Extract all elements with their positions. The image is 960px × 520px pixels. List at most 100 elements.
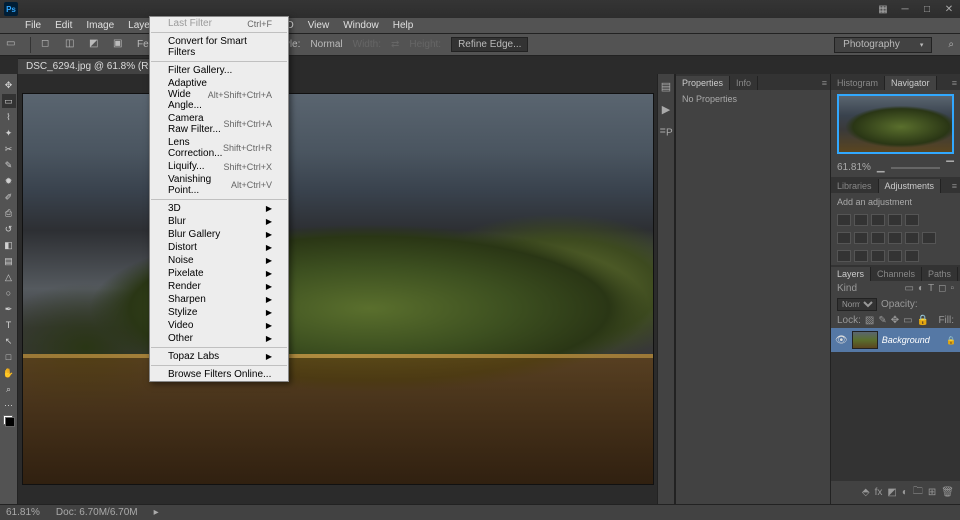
adj-hue-icon[interactable] [837, 232, 851, 244]
menu-view[interactable]: View [301, 18, 337, 33]
adj-gradientmap-icon[interactable] [888, 250, 902, 262]
selection-add-icon[interactable]: ◫ [65, 38, 79, 52]
gradient-tool[interactable]: ▤ [2, 254, 16, 268]
new-layer-icon[interactable]: ⊞ [928, 487, 936, 498]
tab-libraries[interactable]: Libraries [831, 179, 879, 193]
workspace-selector[interactable]: Photography ▾ [834, 37, 932, 53]
adj-threshold-icon[interactable] [871, 250, 885, 262]
tab-layers[interactable]: Layers [831, 267, 871, 281]
tab-navigator[interactable]: Navigator [885, 76, 937, 90]
type-tool[interactable]: T [2, 318, 16, 332]
zoom-tool[interactable]: ⌕ [2, 382, 16, 396]
canvas-area[interactable] [18, 74, 657, 504]
dodge-tool[interactable]: ○ [2, 286, 16, 300]
new-group-icon[interactable]: 🗀 [913, 484, 923, 501]
adj-bw-icon[interactable] [871, 232, 885, 244]
search-icon[interactable]: ⌕ [948, 39, 954, 50]
lock-position-icon[interactable]: ✥ [891, 315, 899, 326]
refine-edge-button[interactable]: Refine Edge... [451, 37, 528, 52]
zoom-in-icon[interactable]: ▔ [946, 162, 954, 173]
edit-toolbar[interactable]: ⋯ [2, 398, 16, 412]
history-panel-icon[interactable]: ▤ [661, 80, 671, 93]
adj-curves-icon[interactable] [871, 214, 885, 226]
menuitem-3d[interactable]: 3D▶ [150, 202, 288, 215]
menu-edit[interactable]: Edit [48, 18, 79, 33]
adj-selectivecolor-icon[interactable] [905, 250, 919, 262]
adj-colorlookup-icon[interactable] [922, 232, 936, 244]
marquee-tool-icon[interactable]: ▭ [6, 38, 20, 52]
panel-menu-icon[interactable]: ≡ [949, 76, 960, 90]
menuitem-render[interactable]: Render▶ [150, 280, 288, 293]
panel-menu-icon[interactable]: ≡ [949, 179, 960, 193]
paragraph-panel-icon[interactable]: ≣P [659, 126, 672, 139]
status-doc[interactable]: Doc: 6.70M/6.70M [56, 507, 138, 518]
menuitem-noise[interactable]: Noise▶ [150, 254, 288, 267]
menuitem-camera-raw-filter[interactable]: Camera Raw Filter...Shift+Ctrl+A [150, 112, 288, 136]
menu-image[interactable]: Image [79, 18, 121, 33]
filter-type-icon[interactable]: T [928, 283, 934, 294]
menuitem-browse-filters-online[interactable]: Browse Filters Online... [150, 368, 288, 381]
blend-mode-select[interactable]: Normal [837, 298, 877, 311]
style-value[interactable]: Normal [310, 39, 342, 50]
adj-exposure-icon[interactable] [888, 214, 902, 226]
menuitem-liquify[interactable]: Liquify...Shift+Ctrl+X [150, 160, 288, 173]
layer-fx-icon[interactable]: fx [875, 487, 883, 498]
menuitem-video[interactable]: Video▶ [150, 319, 288, 332]
tab-channels[interactable]: Channels [871, 267, 922, 281]
visibility-icon[interactable]: 👁 [835, 335, 848, 346]
menuitem-sharpen[interactable]: Sharpen▶ [150, 293, 288, 306]
selection-subtract-icon[interactable]: ◩ [89, 38, 103, 52]
move-tool[interactable]: ✥ [2, 78, 16, 92]
delete-layer-icon[interactable]: 🗑 [941, 487, 954, 498]
eyedropper-tool[interactable]: ✎ [2, 158, 16, 172]
menuitem-pixelate[interactable]: Pixelate▶ [150, 267, 288, 280]
hand-tool[interactable]: ✋ [2, 366, 16, 380]
spot-heal-tool[interactable]: ✹ [2, 174, 16, 188]
rectangle-tool[interactable]: □ [2, 350, 16, 364]
navigator-thumbnail[interactable] [837, 94, 954, 154]
filter-pixel-icon[interactable]: ▭ [905, 283, 914, 294]
adj-brightness-icon[interactable] [837, 214, 851, 226]
adj-photofilter-icon[interactable] [888, 232, 902, 244]
menuitem-convert-for-smart-filters[interactable]: Convert for Smart Filters [150, 35, 288, 59]
zoom-slider[interactable] [891, 167, 941, 169]
workspace-grid-icon[interactable]: ▦ [876, 4, 890, 15]
lock-artboard-icon[interactable]: ▭ [903, 315, 912, 326]
menuitem-lens-correction[interactable]: Lens Correction...Shift+Ctrl+R [150, 136, 288, 160]
lock-transparent-icon[interactable]: ▨ [865, 315, 874, 326]
menuitem-topaz-labs[interactable]: Topaz Labs▶ [150, 350, 288, 363]
pen-tool[interactable]: ✒ [2, 302, 16, 316]
tab-properties[interactable]: Properties [676, 76, 730, 90]
layer-mask-icon[interactable]: ◩ [887, 487, 896, 498]
status-arrow-icon[interactable]: ▸ [154, 507, 159, 518]
menuitem-other[interactable]: Other▶ [150, 332, 288, 345]
adj-invert-icon[interactable] [837, 250, 851, 262]
adj-channelmixer-icon[interactable] [905, 232, 919, 244]
adj-posterize-icon[interactable] [854, 250, 868, 262]
minimize-button[interactable]: ─ [898, 4, 912, 15]
marquee-tool[interactable]: ▭ [2, 94, 16, 108]
adj-vibrance-icon[interactable] [905, 214, 919, 226]
blur-tool[interactable]: △ [2, 270, 16, 284]
menuitem-blur[interactable]: Blur▶ [150, 215, 288, 228]
brush-tool[interactable]: ✐ [2, 190, 16, 204]
new-adjustment-icon[interactable]: ◐ [902, 487, 908, 498]
status-zoom[interactable]: 61.81% [6, 507, 40, 518]
selection-new-icon[interactable]: ◻ [41, 38, 55, 52]
eraser-tool[interactable]: ◧ [2, 238, 16, 252]
crop-tool[interactable]: ✂ [2, 142, 16, 156]
menuitem-vanishing-point[interactable]: Vanishing Point...Alt+Ctrl+V [150, 173, 288, 197]
filter-smart-icon[interactable]: ▫ [950, 283, 954, 294]
close-button[interactable]: ✕ [942, 4, 956, 15]
filter-adj-icon[interactable]: ◐ [918, 283, 924, 294]
link-layers-icon[interactable]: ⬘ [862, 487, 870, 498]
maximize-button[interactable]: □ [920, 4, 934, 15]
swap-icon[interactable]: ⇄ [391, 39, 399, 50]
clone-stamp-tool[interactable]: ⎙ [2, 206, 16, 220]
layer-row[interactable]: 👁 Background 🔒 [831, 328, 960, 352]
zoom-out-icon[interactable]: ▁ [877, 162, 885, 173]
lasso-tool[interactable]: ⌇ [2, 110, 16, 124]
menuitem-stylize[interactable]: Stylize▶ [150, 306, 288, 319]
adj-colorbalance-icon[interactable] [854, 232, 868, 244]
menu-window[interactable]: Window [336, 18, 386, 33]
